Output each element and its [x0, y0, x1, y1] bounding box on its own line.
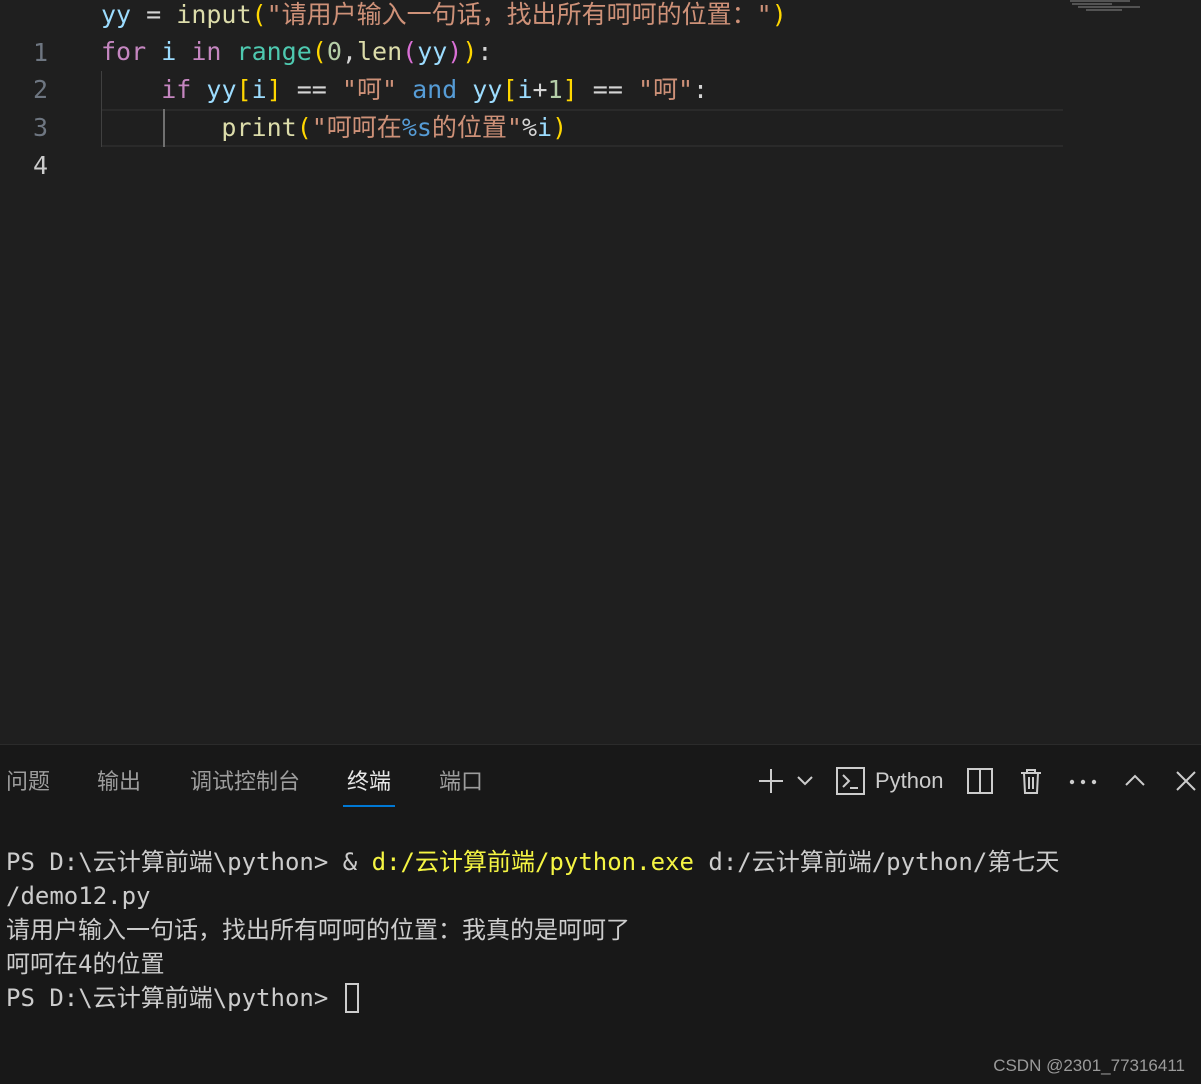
code-token: yy [101, 0, 132, 29]
code-token: ( [296, 113, 312, 142]
code-token: %s [401, 113, 432, 142]
code-token: [ [502, 75, 518, 104]
code-token: "呵呵在 [311, 113, 402, 142]
code-token: = [131, 0, 177, 29]
terminal-profile-label[interactable]: Python [875, 765, 944, 797]
code-content[interactable]: print("呵呵在%s的位置"%i) [101, 109, 567, 147]
code-token: ) [552, 113, 568, 142]
code-line-3[interactable]: 3 if yy[i] == "呵" and yy[i+1] == "呵": [0, 71, 1201, 142]
code-token: == [281, 75, 342, 104]
terminal-line: /demo12.py [6, 882, 151, 910]
code-token: + [532, 75, 548, 104]
code-token: i [517, 75, 533, 104]
terminal-prompt: PS D:\云计算前端\python> & [6, 848, 372, 876]
code-token: yy [472, 75, 503, 104]
code-token: range [236, 37, 312, 66]
code-token: ( [402, 37, 418, 66]
code-token: len [356, 37, 403, 66]
code-token: in [191, 37, 222, 66]
terminal-line: 请用户输入一句话，找出所有呵呵的位置：我真的是呵呵了 [6, 916, 630, 944]
terminal-command: d:/云计算前端/python.exe [371, 848, 694, 876]
code-token: ( [311, 37, 327, 66]
terminal-line: 呵呵在4的位置 [6, 950, 165, 978]
code-content[interactable]: yy = input("请用户输入一句话，找出所有呵呵的位置：") [101, 0, 787, 34]
terminal-icon[interactable] [836, 765, 866, 797]
code-token: print [221, 113, 297, 142]
chevron-up-icon[interactable] [1123, 765, 1147, 797]
code-token: : [477, 37, 493, 66]
panel-actions: Python [0, 745, 1201, 817]
code-token: for [101, 37, 147, 66]
code-content[interactable]: for i in range(0,len(yy)): [101, 33, 492, 71]
code-token: ] [562, 75, 578, 104]
code-token: i [161, 37, 177, 66]
ellipsis-icon[interactable] [1068, 765, 1098, 797]
code-token: 的位置" [431, 113, 522, 142]
code-token: 0 [326, 37, 342, 66]
code-token: ( [251, 0, 267, 29]
code-token: "呵" [341, 75, 398, 104]
terminal-argument: d:/云计算前端/python/第七天 [693, 848, 1060, 876]
code-token: if [161, 75, 192, 104]
code-token: ) [447, 37, 463, 66]
code-line-4[interactable]: 4 print("呵呵在%s的位置"%i) [0, 109, 1201, 180]
code-token: == [577, 75, 638, 104]
code-token: % [521, 113, 538, 142]
code-token: i [251, 75, 267, 104]
code-editor[interactable]: 1 yy = input("请用户输入一句话，找出所有呵呵的位置：") 2 fo… [0, 0, 1201, 744]
terminal-cursor [344, 983, 359, 1013]
code-line-1[interactable]: 1 yy = input("请用户输入一句话，找出所有呵呵的位置：") [0, 0, 1201, 67]
code-token: yy [206, 75, 237, 104]
terminal-line: PS D:\云计算前端\python> & d:/云计算前端/python.ex… [6, 845, 1059, 879]
terminal-prompt: PS D:\云计算前端\python> [6, 984, 343, 1012]
code-token: 1 [547, 75, 563, 104]
bottom-panel: 问题 输出 调试控制台 终端 端口 Python PS D:\云计算前端\pyt… [0, 744, 1201, 1084]
minimap[interactable] [1070, 0, 1150, 12]
code-token: and [412, 75, 458, 104]
line-number-active: 4 [32, 151, 48, 180]
plus-icon[interactable] [757, 765, 785, 797]
trash-icon[interactable] [1018, 765, 1044, 797]
code-token: "请用户输入一句话，找出所有呵呵的位置：" [266, 0, 772, 29]
code-token: i [537, 113, 553, 142]
code-content[interactable]: if yy[i] == "呵" and yy[i+1] == "呵": [101, 71, 708, 109]
watermark: CSDN @2301_77316411 [993, 1056, 1185, 1075]
code-token: "呵" [637, 75, 694, 104]
close-icon[interactable] [1174, 765, 1198, 797]
code-line-2[interactable]: 2 for i in range(0,len(yy)): [0, 33, 1201, 104]
code-token: , [341, 37, 357, 66]
code-token: ) [771, 0, 787, 29]
chevron-down-icon[interactable] [795, 765, 815, 797]
code-token: ] [266, 75, 282, 104]
code-token: [ [236, 75, 252, 104]
code-token: : [693, 75, 709, 104]
split-editor-icon[interactable] [966, 765, 994, 797]
code-token: input [176, 0, 252, 29]
terminal-line: PS D:\云计算前端\python> [6, 981, 359, 1015]
code-token: ) [462, 37, 478, 66]
code-token: yy [417, 37, 448, 66]
